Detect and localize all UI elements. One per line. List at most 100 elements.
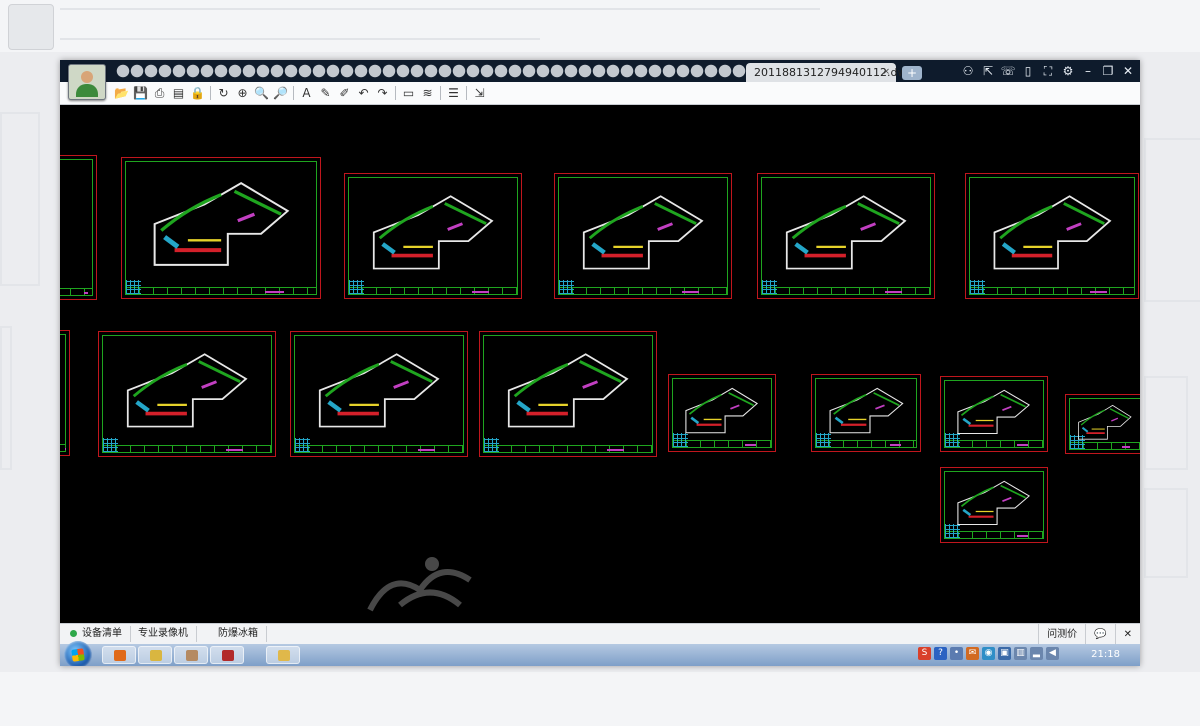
mail-icon[interactable]: ✉ — [966, 647, 979, 660]
print-icon[interactable]: ⎙ — [152, 86, 167, 101]
status-tab-label: 专业录像机 — [138, 628, 188, 639]
plan-line — [516, 400, 531, 413]
window-controls: ⚇ ⇱ ☏ ▯ ⛶ ⚙ – ❐ ✕ — [960, 62, 1136, 80]
settings-icon[interactable]: ⚙ — [1060, 62, 1076, 80]
taskbar-firefox[interactable] — [102, 646, 136, 664]
title-block-mark — [1017, 535, 1028, 537]
plan-line — [162, 234, 180, 249]
status-tab-fridge[interactable]: 防爆冰箱 — [210, 626, 267, 642]
price-inquiry-button[interactable]: 问测价 — [1038, 624, 1085, 645]
title-block-mark — [1122, 446, 1130, 448]
legend-grid — [295, 438, 310, 452]
taskbar-books[interactable] — [210, 646, 244, 664]
tab-strip-decoration — [116, 63, 746, 78]
plan-line — [1082, 426, 1089, 433]
fullscreen-icon[interactable]: ⛶ — [1040, 62, 1056, 80]
share-icon[interactable]: ⇱ — [980, 62, 996, 80]
drawing-sheet[interactable] — [60, 330, 70, 456]
chat-icon[interactable]: ☏ — [1000, 62, 1016, 80]
rotate-icon[interactable]: ↻ — [216, 86, 231, 101]
legend-grid — [762, 280, 777, 294]
taskbar-user[interactable] — [174, 646, 208, 664]
help-icon[interactable]: ? — [934, 647, 947, 660]
floor-plan-drawing — [785, 195, 907, 270]
tab-close-icon[interactable]: × — [882, 63, 890, 82]
user-icon[interactable]: ⚇ — [960, 62, 976, 80]
status-tab-recorder[interactable]: 专业录像机 — [130, 626, 197, 642]
background-toolbar — [60, 38, 540, 40]
measure-icon[interactable]: ▭ — [401, 86, 416, 101]
drawing-sheet[interactable] — [1065, 394, 1140, 454]
firefox-icon — [114, 650, 126, 661]
avatar[interactable] — [68, 64, 106, 100]
system-tray: S? • ✉ ◉ ▣ ▥ ▂ ◀ — [918, 647, 1059, 663]
redo-icon[interactable]: ↷ — [375, 86, 390, 101]
open-icon[interactable]: 📂 — [114, 86, 129, 101]
new-tab-button[interactable]: + — [902, 66, 922, 80]
status-tab-equipment-list[interactable]: 设备清单 — [62, 626, 131, 642]
drawing-canvas[interactable] — [60, 105, 1140, 623]
undo-icon[interactable]: ↶ — [356, 86, 371, 101]
globe-icon[interactable]: ◉ — [982, 647, 995, 660]
zoom-window-icon[interactable]: ⊕ — [235, 86, 250, 101]
tab-document[interactable]: 2011881312794940112.dwg × — [746, 63, 913, 82]
zoom-in-icon[interactable]: 🔍 — [254, 86, 269, 101]
title-block-mark — [417, 449, 436, 451]
pencil-icon[interactable]: ✎ — [318, 86, 333, 101]
plan-line — [961, 486, 995, 507]
text-icon[interactable]: A — [299, 86, 314, 101]
floor-plan-drawing — [153, 181, 290, 266]
app-icon[interactable]: ▣ — [998, 647, 1011, 660]
export-icon[interactable]: ⇲ — [472, 86, 487, 101]
explorer-icon — [150, 650, 162, 661]
drawing-sheet[interactable] — [554, 173, 732, 299]
comment-icon[interactable]: 💬 — [1085, 624, 1114, 645]
drawing-sheet[interactable] — [757, 173, 935, 299]
dimension-icon[interactable]: ≋ — [420, 86, 435, 101]
sheet-frame — [60, 334, 66, 452]
drawing-sheet[interactable] — [60, 155, 97, 300]
taskbar-folder[interactable] — [266, 646, 300, 664]
drawing-sheet[interactable] — [668, 374, 776, 452]
plan-line — [834, 416, 844, 425]
drawing-sheet[interactable] — [965, 173, 1139, 299]
legend-grid — [484, 438, 499, 452]
drawing-sheet[interactable] — [98, 331, 276, 457]
s-icon[interactable]: S — [918, 647, 931, 660]
signal-icon[interactable]: ▂ — [1030, 647, 1043, 660]
drawing-sheet[interactable] — [344, 173, 522, 299]
drawing-sheet[interactable] — [479, 331, 657, 457]
title-block — [294, 445, 464, 453]
background-sheet — [1144, 376, 1188, 470]
status-bar: 设备清单 专业录像机 防爆冰箱 问测价 💬 ✕ — [60, 623, 1140, 645]
start-button[interactable] — [64, 641, 92, 666]
layers-icon[interactable]: ☰ — [446, 86, 461, 101]
plan-line — [874, 404, 885, 410]
status-close-icon[interactable]: ✕ — [1114, 624, 1140, 645]
sheet-frame — [60, 159, 93, 296]
plan-line — [1002, 405, 1013, 411]
taskbar-explorer[interactable] — [138, 646, 172, 664]
zoom-out-icon[interactable]: 🔎 — [273, 86, 288, 101]
brush-icon[interactable]: ✐ — [337, 86, 352, 101]
drawing-sheet[interactable] — [290, 331, 468, 457]
phone-icon[interactable]: ▯ — [1020, 62, 1036, 80]
volume-icon[interactable]: ◀ — [1046, 647, 1059, 660]
drawing-sheet[interactable] — [121, 157, 321, 299]
status-tab-label: 防爆冰箱 — [218, 628, 258, 639]
pdf-icon[interactable]: ▤ — [171, 86, 186, 101]
clock: 21:18 — [1091, 649, 1120, 660]
restore-icon[interactable]: ❐ — [1100, 62, 1116, 80]
drawing-sheet[interactable] — [940, 467, 1048, 543]
minimize-icon[interactable]: – — [1080, 62, 1096, 80]
tray-dot-icon[interactable]: • — [950, 647, 963, 660]
close-icon[interactable]: ✕ — [1120, 62, 1136, 80]
network-icon[interactable]: ▥ — [1014, 647, 1027, 660]
folder-icon — [278, 650, 290, 661]
lock-icon[interactable]: 🔒 — [190, 86, 205, 101]
save-icon[interactable]: 💾 — [133, 86, 148, 101]
toolbar-separator — [395, 86, 396, 100]
drawing-sheet[interactable] — [940, 376, 1048, 452]
drawing-sheet[interactable] — [811, 374, 921, 452]
plan-line — [961, 395, 995, 416]
